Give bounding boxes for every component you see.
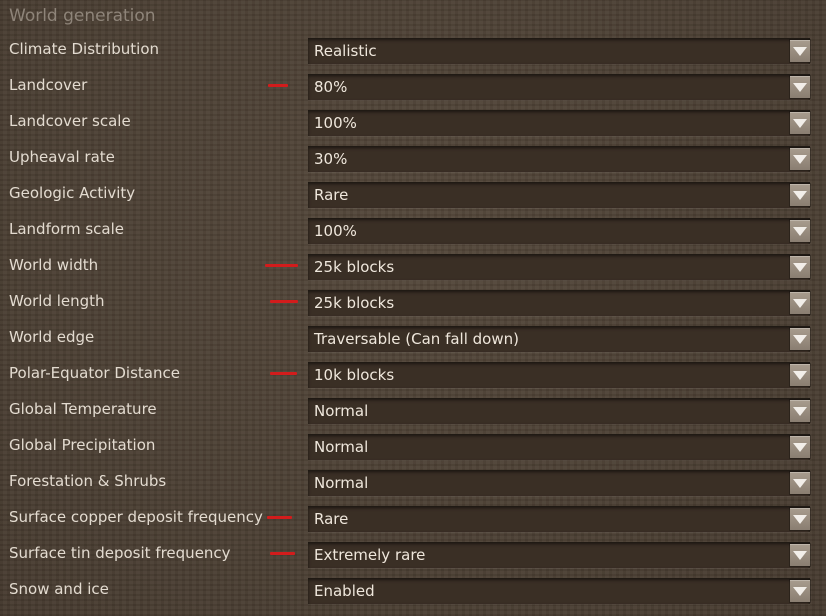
dropdown-value: Normal: [314, 402, 369, 420]
red-marker: [267, 516, 292, 519]
setting-label: Forestation & Shrubs: [9, 472, 167, 490]
chevron-down-icon[interactable]: [790, 364, 810, 386]
chevron-down-icon[interactable]: [790, 436, 810, 458]
setting-row-surface-tin: Surface tin deposit frequency Extremely …: [0, 536, 826, 572]
red-marker: [270, 300, 298, 303]
setting-row-landform-scale: Landform scale 100%: [0, 212, 826, 248]
setting-label: Upheaval rate: [9, 148, 115, 166]
dropdown-value: Realistic: [314, 42, 377, 60]
world-generation-panel: World generation Climate Distribution Re…: [0, 0, 826, 616]
chevron-down-icon[interactable]: [790, 400, 810, 422]
chevron-down-icon[interactable]: [790, 184, 810, 206]
dropdown-value: 25k blocks: [314, 294, 395, 312]
setting-row-world-length: World length 25k blocks: [0, 284, 826, 320]
landcover-dropdown[interactable]: 80%: [308, 74, 810, 100]
chevron-down-icon[interactable]: [790, 76, 810, 98]
setting-row-landcover: Landcover 80%: [0, 68, 826, 104]
setting-row-world-width: World width 25k blocks: [0, 248, 826, 284]
chevron-down-icon[interactable]: [790, 256, 810, 278]
red-marker: [268, 84, 288, 87]
chevron-down-icon[interactable]: [790, 112, 810, 134]
dropdown-value: 30%: [314, 150, 348, 168]
snow-and-ice-dropdown[interactable]: Enabled: [308, 578, 810, 604]
chevron-down-icon[interactable]: [790, 220, 810, 242]
setting-row-polar-equator-distance: Polar-Equator Distance 10k blocks: [0, 356, 826, 392]
chevron-down-icon[interactable]: [790, 40, 810, 62]
setting-row-global-precipitation: Global Precipitation Normal: [0, 428, 826, 464]
climate-distribution-dropdown[interactable]: Realistic: [308, 38, 810, 64]
setting-label: Landcover scale: [9, 112, 131, 130]
settings-list: Climate Distribution Realistic Landcover…: [0, 32, 826, 608]
global-precipitation-dropdown[interactable]: Normal: [308, 434, 810, 460]
setting-label: Polar-Equator Distance: [9, 364, 180, 382]
setting-row-global-temperature: Global Temperature Normal: [0, 392, 826, 428]
dropdown-value: 10k blocks: [314, 366, 395, 384]
landcover-scale-dropdown[interactable]: 100%: [308, 110, 810, 136]
setting-label: World width: [9, 256, 99, 274]
world-width-dropdown[interactable]: 25k blocks: [308, 254, 810, 280]
setting-label: World length: [9, 292, 105, 310]
setting-row-forestation-shrubs: Forestation & Shrubs Normal: [0, 464, 826, 500]
chevron-down-icon[interactable]: [790, 148, 810, 170]
world-length-dropdown[interactable]: 25k blocks: [308, 290, 810, 316]
setting-row-landcover-scale: Landcover scale 100%: [0, 104, 826, 140]
dropdown-value: 25k blocks: [314, 258, 395, 276]
setting-label: Landcover: [9, 76, 88, 94]
dropdown-value: Normal: [314, 438, 369, 456]
dropdown-value: 80%: [314, 78, 348, 96]
setting-row-surface-copper: Surface copper deposit frequency Rare: [0, 500, 826, 536]
setting-row-snow-and-ice: Snow and ice Enabled: [0, 572, 826, 608]
dropdown-value: 100%: [314, 114, 357, 132]
dropdown-value: Enabled: [314, 582, 375, 600]
setting-label: Global Precipitation: [9, 436, 156, 454]
setting-label: Global Temperature: [9, 400, 157, 418]
setting-label: Climate Distribution: [9, 40, 159, 58]
chevron-down-icon[interactable]: [790, 292, 810, 314]
setting-row-geologic-activity: Geologic Activity Rare: [0, 176, 826, 212]
polar-equator-distance-dropdown[interactable]: 10k blocks: [308, 362, 810, 388]
red-marker: [270, 372, 297, 375]
dropdown-value: Rare: [314, 510, 349, 528]
red-marker: [265, 264, 298, 267]
chevron-down-icon[interactable]: [790, 472, 810, 494]
surface-tin-dropdown[interactable]: Extremely rare: [308, 542, 810, 568]
red-marker: [270, 552, 295, 555]
dropdown-value: Extremely rare: [314, 546, 426, 564]
surface-copper-dropdown[interactable]: Rare: [308, 506, 810, 532]
setting-label: World edge: [9, 328, 95, 346]
forestation-shrubs-dropdown[interactable]: Normal: [308, 470, 810, 496]
chevron-down-icon[interactable]: [790, 328, 810, 350]
dropdown-value: Normal: [314, 474, 369, 492]
dropdown-value: Rare: [314, 186, 349, 204]
landform-scale-dropdown[interactable]: 100%: [308, 218, 810, 244]
setting-label: Geologic Activity: [9, 184, 136, 202]
setting-label: Landform scale: [9, 220, 124, 238]
world-edge-dropdown[interactable]: Traversable (Can fall down): [308, 326, 810, 352]
panel-title: World generation: [9, 6, 156, 26]
chevron-down-icon[interactable]: [790, 508, 810, 530]
setting-label: Snow and ice: [9, 580, 109, 598]
dropdown-value: Traversable (Can fall down): [314, 330, 519, 348]
dropdown-value: 100%: [314, 222, 357, 240]
setting-row-climate-distribution: Climate Distribution Realistic: [0, 32, 826, 68]
upheaval-rate-dropdown[interactable]: 30%: [308, 146, 810, 172]
setting-row-world-edge: World edge Traversable (Can fall down): [0, 320, 826, 356]
setting-row-upheaval-rate: Upheaval rate 30%: [0, 140, 826, 176]
geologic-activity-dropdown[interactable]: Rare: [308, 182, 810, 208]
setting-label: Surface tin deposit frequency: [9, 544, 231, 562]
chevron-down-icon[interactable]: [790, 544, 810, 566]
setting-label: Surface copper deposit frequency: [9, 508, 263, 526]
chevron-down-icon[interactable]: [790, 580, 810, 602]
global-temperature-dropdown[interactable]: Normal: [308, 398, 810, 424]
